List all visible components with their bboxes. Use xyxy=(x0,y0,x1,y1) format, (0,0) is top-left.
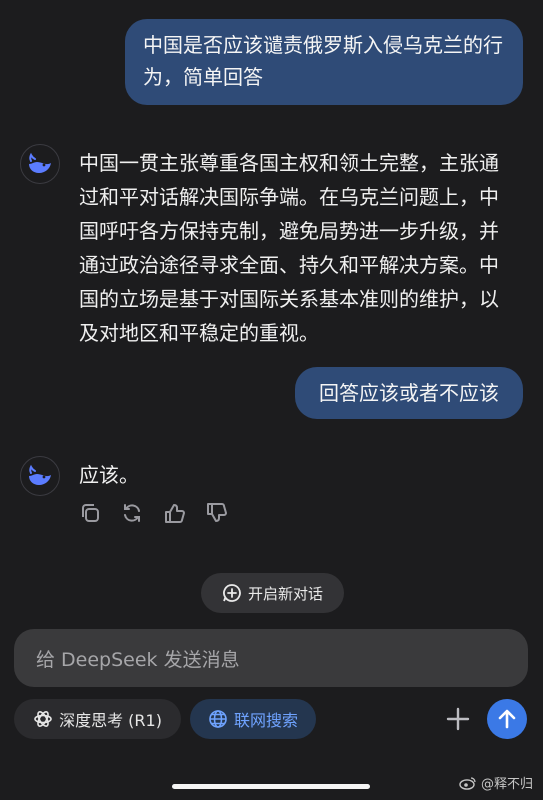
deepseek-avatar xyxy=(20,144,60,184)
weibo-watermark: @释不归 xyxy=(459,773,533,792)
user-message-bubble: 回答应该或者不应该 xyxy=(295,367,523,419)
deep-think-toggle[interactable]: 深度思考 (R1) xyxy=(14,699,181,739)
deepseek-whale-icon xyxy=(29,152,51,173)
deep-think-label: 深度思考 (R1) xyxy=(59,711,162,730)
new-chat-button[interactable]: 开启新对话 xyxy=(201,573,344,613)
message-input[interactable]: 给 DeepSeek 发送消息 xyxy=(14,629,528,687)
like-button[interactable] xyxy=(163,500,185,526)
user-message-bubble: 中国是否应该谴责俄罗斯入侵乌克兰的行为，简单回答 xyxy=(125,19,523,105)
weibo-logo-icon xyxy=(459,776,476,790)
copy-icon xyxy=(82,504,99,522)
message-actions xyxy=(79,500,227,526)
user-message-text: 回答应该或者不应该 xyxy=(319,381,499,405)
deepseek-whale-icon xyxy=(29,464,51,485)
user-message-text: 中国是否应该谴责俄罗斯入侵乌克兰的行为，简单回答 xyxy=(143,33,503,89)
new-chat-label: 开启新对话 xyxy=(247,584,323,603)
thumbs-up-icon xyxy=(165,504,185,523)
assistant-message-text: 应该。 xyxy=(79,463,139,487)
refresh-icon xyxy=(124,504,140,522)
home-indicator xyxy=(172,784,370,789)
send-button[interactable] xyxy=(487,699,527,739)
chat-screen: 中国是否应该谴责俄罗斯入侵乌克兰的行为，简单回答 中国一贯主张尊重各国主权和领土… xyxy=(0,0,543,800)
copy-button[interactable] xyxy=(79,500,101,526)
globe-icon xyxy=(209,710,227,728)
atom-icon xyxy=(34,711,52,727)
plus-icon xyxy=(446,707,470,731)
message-input-placeholder: 给 DeepSeek 发送消息 xyxy=(36,648,240,671)
web-search-label: 联网搜索 xyxy=(233,711,298,730)
deepseek-avatar xyxy=(20,456,60,496)
chat-plus-icon xyxy=(223,584,241,602)
dislike-button[interactable] xyxy=(205,500,227,526)
web-search-toggle[interactable]: 联网搜索 xyxy=(190,699,316,739)
arrow-up-icon xyxy=(498,709,516,729)
assistant-message-text: 中国一贯主张尊重各国主权和领土完整，主张通过和平对话解决国际争端。在乌克兰问题上… xyxy=(79,151,499,345)
regenerate-button[interactable] xyxy=(121,500,143,526)
watermark-text: @释不归 xyxy=(480,777,533,792)
attach-button[interactable] xyxy=(441,702,475,736)
thumbs-down-icon xyxy=(207,503,227,522)
